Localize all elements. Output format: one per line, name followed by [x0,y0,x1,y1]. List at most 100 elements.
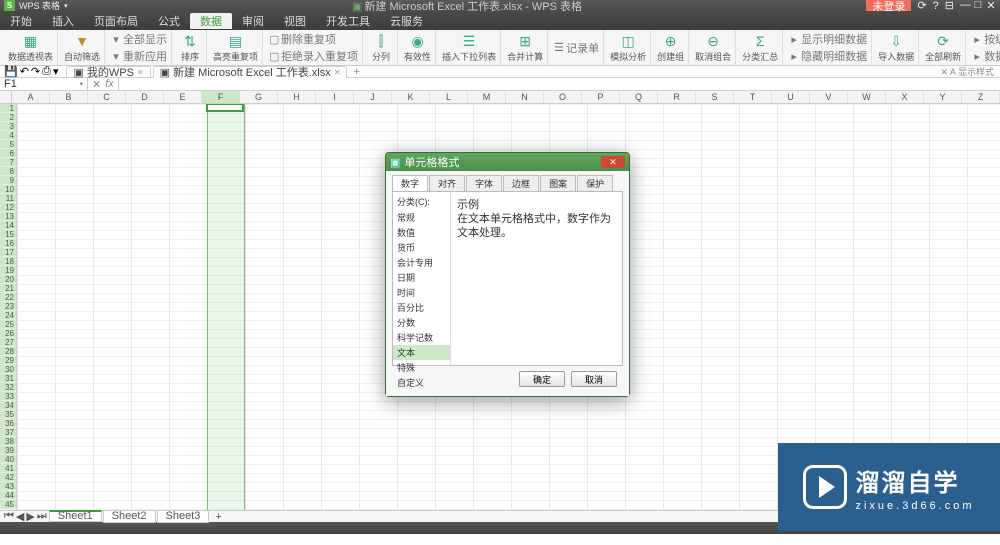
sync-icon[interactable]: ⟳ [917,0,926,12]
ribbon-highlight-dup[interactable]: ▤高亮重复项 [209,30,263,65]
tab-close-icon[interactable]: ✕ [137,68,144,77]
ribbon-import[interactable]: ⇩导入数据 [874,30,919,65]
ribbon-stack-item[interactable]: ▸数据区域设置 [972,48,1000,64]
column-header[interactable]: C [88,91,126,103]
ribbon-split[interactable]: ⫿分列 [365,30,398,65]
column-header[interactable]: G [240,91,278,103]
column-header[interactable]: H [278,91,316,103]
category-item[interactable]: 自定义 [393,375,450,390]
qat-redo-icon[interactable]: ↷ [31,65,40,78]
dialog-tab[interactable]: 字体 [466,175,502,191]
sheet-nav-prev-icon[interactable]: ◀ [16,510,24,523]
sheet-tab[interactable]: Sheet3 [157,511,210,523]
qat-more-icon[interactable]: ▾ [53,65,59,78]
ribbon-dropdown[interactable]: ☰插入下拉列表 [438,30,501,65]
category-item[interactable]: 日期 [393,270,450,285]
menu-item[interactable]: 公式 [148,13,190,29]
column-header[interactable]: V [810,91,848,103]
category-item[interactable]: 分数 [393,315,450,330]
dialog-tab[interactable]: 边框 [503,175,539,191]
document-tab[interactable]: ▣新建 Microsoft Excel 工作表.xlsx✕ [153,66,348,78]
sheet-add-button[interactable]: + [211,511,225,523]
ribbon-stack-item[interactable]: ▸隐藏明细数据 [789,48,867,64]
dialog-tab[interactable]: 数字 [392,175,428,191]
dialog-tab[interactable]: 对齐 [429,175,465,191]
column-header[interactable]: Q [620,91,658,103]
minimize-button[interactable]: — [960,0,970,12]
category-item[interactable]: 会计专用 [393,255,450,270]
tabbar-right-label[interactable]: ✕ A 显示样式 [940,65,994,78]
tab-add-button[interactable]: + [349,66,363,78]
column-header[interactable]: D [126,91,164,103]
category-item[interactable]: 科学记数 [393,330,450,345]
document-tab[interactable]: ▣我的WPS✕ [66,66,150,78]
column-header[interactable]: F [202,91,240,103]
menu-item[interactable]: 页面布局 [84,13,148,29]
tab-close-icon[interactable]: ✕ [334,68,341,77]
dialog-tab[interactable]: 保护 [577,175,613,191]
category-item[interactable]: 文本 [393,345,450,360]
login-button[interactable]: 未登录 [866,0,911,11]
column-header[interactable]: M [468,91,506,103]
category-item[interactable]: 时间 [393,285,450,300]
ribbon-validation[interactable]: ◉有效性 [400,30,436,65]
column-header[interactable]: I [316,91,354,103]
ribbon-autofilter[interactable]: ▼自动筛选 [60,30,105,65]
category-item[interactable]: 货币 [393,240,450,255]
column-header[interactable]: T [734,91,772,103]
qat-print-icon[interactable]: ⎙ [42,65,51,78]
namebox-dropdown-icon[interactable]: ▾ [79,80,83,88]
menu-item[interactable]: 插入 [42,13,84,29]
dialog-tab[interactable]: 图案 [540,175,576,191]
ribbon-stack-item[interactable]: ▾重新应用 [111,48,167,64]
sheet-nav-next-icon[interactable]: ▶ [26,510,34,523]
ribbon-stack-item[interactable]: ☰记录单 [554,40,599,56]
dialog-ok-button[interactable]: 确定 [519,371,565,387]
qat-undo-icon[interactable]: ↶ [20,65,29,78]
select-all-corner[interactable] [0,91,12,103]
column-header[interactable]: P [582,91,620,103]
ribbon-consolidate[interactable]: ⊞合并计算 [503,30,548,65]
ribbon-stack-item[interactable]: ▢拒绝录入重复项 [269,48,358,64]
column-header[interactable]: K [392,91,430,103]
category-item[interactable]: 常规 [393,210,450,225]
column-header[interactable]: S [696,91,734,103]
column-header[interactable]: U [772,91,810,103]
menu-item[interactable]: 开始 [0,13,42,29]
sheet-tab[interactable]: Sheet2 [103,511,156,523]
ribbon-sort[interactable]: ⇅排序 [174,30,207,65]
category-item[interactable]: 数值 [393,225,450,240]
column-header[interactable]: R [658,91,696,103]
column-header[interactable]: Y [924,91,962,103]
ribbon-group[interactable]: ⊕创建组 [653,30,689,65]
name-box[interactable]: F1▾ [0,78,88,90]
ribbon-pivot[interactable]: ▦数据透视表 [4,30,58,65]
ribbon-whatif[interactable]: ◫模拟分析 [606,30,651,65]
ribbon-stack-item[interactable]: ▢删除重复项 [269,31,358,47]
column-header[interactable]: W [848,91,886,103]
menu-item[interactable]: 数据 [190,13,232,29]
column-header[interactable]: L [430,91,468,103]
help-icon[interactable]: ? [933,0,939,12]
column-header[interactable]: J [354,91,392,103]
dialog-cancel-button[interactable]: 取消 [571,371,617,387]
category-item[interactable]: 百分比 [393,300,450,315]
row-header[interactable]: 45 [0,500,16,509]
category-item[interactable]: 特殊 [393,360,450,375]
ribbon-stack-item[interactable]: ▸显示明细数据 [789,31,867,47]
column-header[interactable]: Z [962,91,1000,103]
dialog-title-bar[interactable]: ▣ 单元格格式 ✕ [386,153,629,171]
column-header[interactable]: A [12,91,50,103]
ribbon-refresh[interactable]: ⟳全部刷新 [921,30,966,65]
ribbon-subtotal[interactable]: Σ分类汇总 [738,30,783,65]
column-header[interactable]: N [506,91,544,103]
menu-item[interactable]: 视图 [274,13,316,29]
column-header[interactable]: E [164,91,202,103]
menu-item[interactable]: 审阅 [232,13,274,29]
sheet-nav-last-icon[interactable]: ⏭ [37,510,47,523]
menu-item[interactable]: 开发工具 [316,13,380,29]
maximize-button[interactable]: □ [973,0,983,12]
column-header[interactable]: X [886,91,924,103]
sheet-tab[interactable]: Sheet1 [49,510,102,522]
qat-save-icon[interactable]: 💾 [4,65,18,78]
